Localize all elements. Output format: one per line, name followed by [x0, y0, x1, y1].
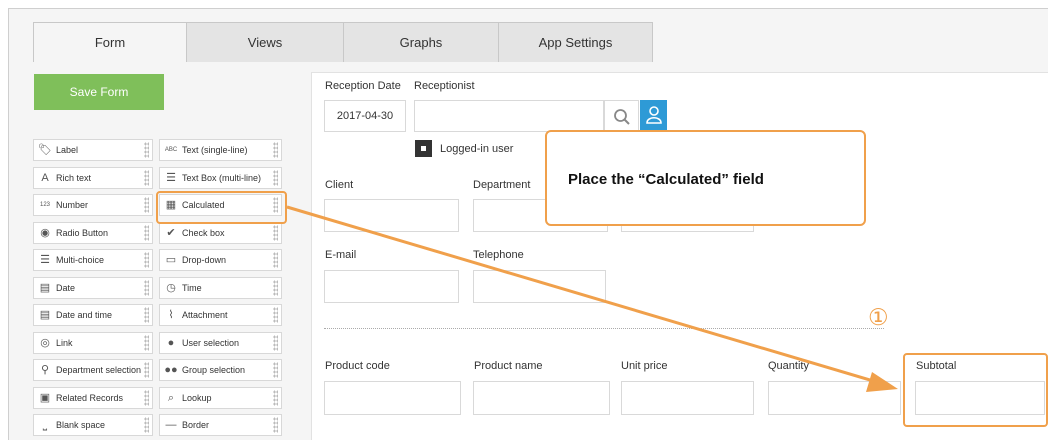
instruction-callout-text: Place the “Calculated” field: [568, 171, 764, 188]
drag-arrow: [286, 205, 898, 392]
step-marker: ①: [868, 304, 889, 330]
